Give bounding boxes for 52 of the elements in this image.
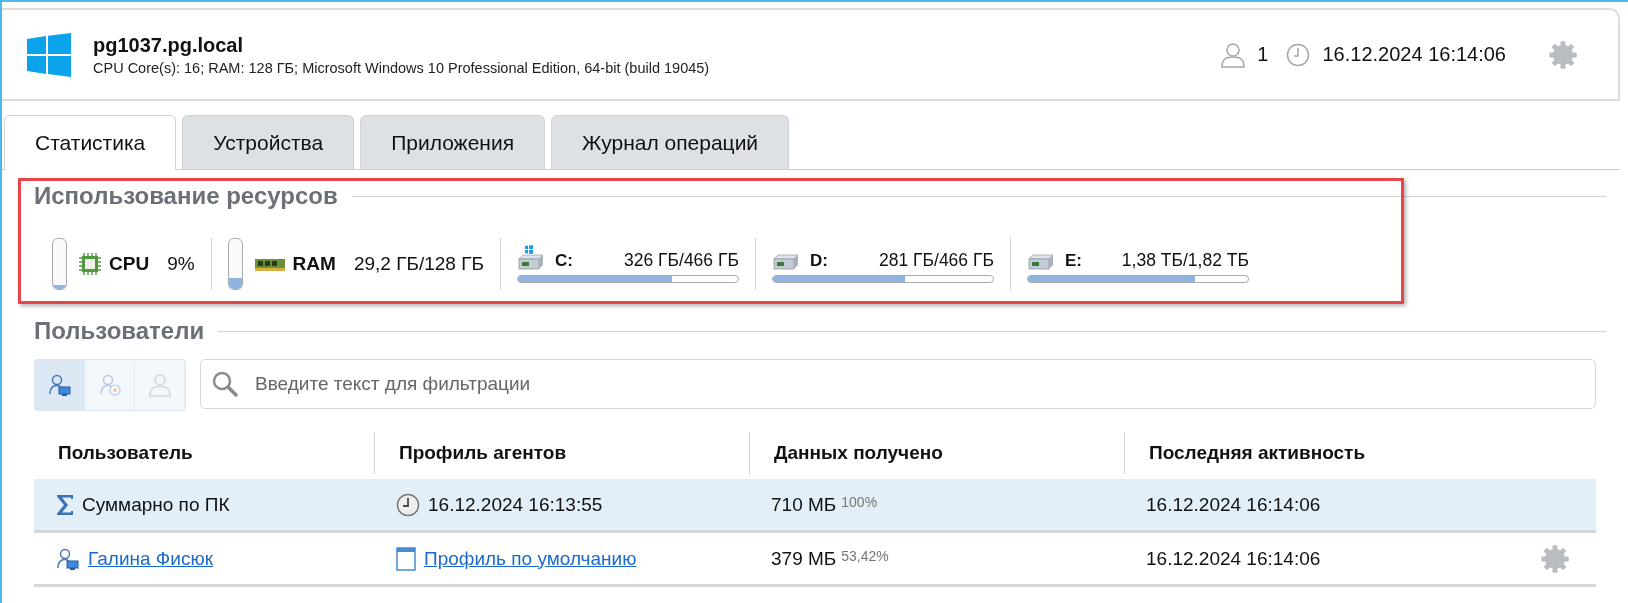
user-link[interactable]: Галина Фисюк — [88, 547, 213, 570]
table-cell: 710 МБ — [771, 493, 837, 516]
section-title: Пользователи — [34, 317, 205, 345]
column-header[interactable]: Пользователь — [58, 442, 193, 463]
current-datetime: 16.12.2024 16:14:06 — [1322, 43, 1506, 66]
chip-icon — [79, 253, 101, 275]
drive-label: C: — [554, 251, 573, 271]
drive-usage: 281 ГБ/466 ГБ — [879, 250, 994, 271]
windows-logo-icon — [27, 32, 71, 77]
meter-reading: 9% — [167, 253, 195, 275]
drive-usage: 326 ГБ/466 ГБ — [624, 250, 739, 271]
meter-reading: 29,2 ГБ/128 ГБ — [353, 253, 484, 275]
profile-link[interactable]: Профиль по умолчанию — [424, 547, 637, 570]
settings-icon[interactable] — [1548, 39, 1578, 70]
user-icon — [147, 373, 172, 397]
table-row[interactable]: Галина Фисюк Профиль по умолчанию 379 МБ 53,42% 16.12.2024 16:14:06 — [34, 533, 1596, 587]
drive-usage: 1,38 ТБ/1,82 ТБ — [1121, 250, 1249, 271]
user-computer-icon — [56, 546, 80, 571]
table-row[interactable]: Суммарно по ПК 16.12.2024 16:13:55 710 МБ 100% 16.12.2024 16:14:06 — [34, 479, 1596, 533]
clock-icon — [396, 492, 420, 517]
clock-icon — [1286, 42, 1311, 67]
column-header[interactable]: Профиль агентов — [399, 442, 567, 464]
search-field[interactable]: Введите текст для фильтрации — [200, 359, 1596, 409]
section-title: Использование ресурсов — [34, 182, 338, 210]
document-icon — [396, 546, 416, 571]
memory-module-icon — [254, 257, 285, 271]
user-icon — [1221, 41, 1246, 68]
tab[interactable]: Статистика — [4, 115, 177, 170]
user-badge-icon — [97, 373, 122, 397]
table-cell: 16.12.2024 16:14:06 — [1146, 493, 1321, 516]
user-filter-button[interactable] — [35, 360, 85, 410]
tab[interactable]: Приложения — [360, 115, 546, 169]
tab[interactable]: Журнал операций — [551, 115, 790, 169]
host-name: pg1037.pg.local — [93, 33, 245, 57]
table-cell: 379 МБ — [771, 547, 837, 570]
drive-label: E: — [1064, 251, 1082, 271]
table-cell: Суммарно по ПК — [82, 493, 230, 516]
users-count: 1 — [1257, 43, 1269, 66]
meter-label: CPU — [109, 253, 150, 275]
share-percent: 100% — [841, 493, 878, 510]
tab[interactable]: Устройства — [182, 115, 355, 169]
host-details: CPU Core(s): 16; RAM: 128 ГБ; Microsoft Windows 10 Professional Edition, 64-bit (build 19045) — [93, 59, 710, 76]
share-percent: 53,42% — [841, 547, 889, 564]
settings-icon[interactable] — [1540, 543, 1570, 574]
table-cell: 16.12.2024 16:14:06 — [1146, 547, 1321, 570]
column-header[interactable]: Данных получено — [774, 442, 943, 464]
column-header[interactable]: Последняя активность — [1149, 442, 1366, 464]
user-computer-icon — [47, 373, 72, 397]
sigma-icon — [56, 493, 74, 516]
table-cell: 16.12.2024 16:13:55 — [428, 493, 603, 516]
drive-label: D: — [809, 251, 828, 271]
meter-label: RAM — [292, 253, 336, 275]
